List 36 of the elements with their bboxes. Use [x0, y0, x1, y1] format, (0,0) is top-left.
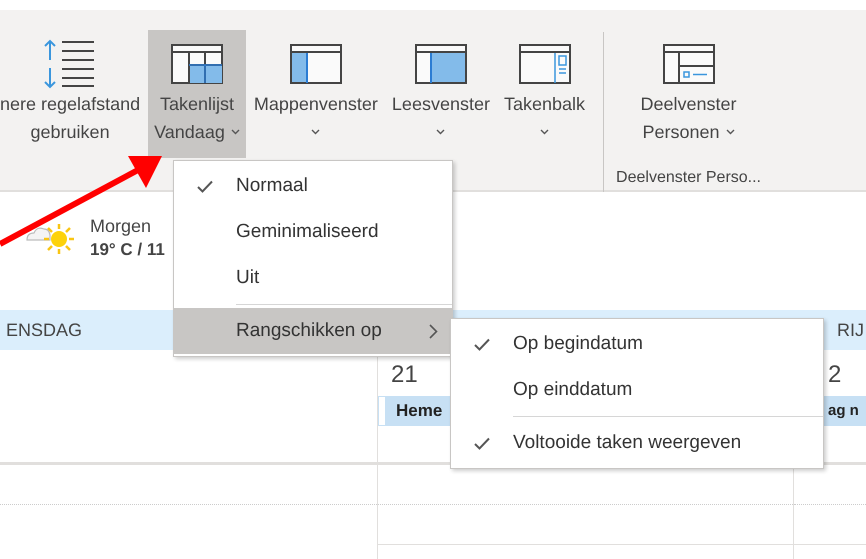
menu-item[interactable]: Rangschikken op	[174, 308, 452, 354]
menu-item[interactable]: Normaal	[174, 163, 452, 209]
ribbon-button[interactable]: nere regelafstand gebruiken	[0, 30, 146, 158]
button-label: gebruiken	[30, 121, 110, 144]
menu-item[interactable]: Uit	[174, 255, 452, 301]
group-label: Deelvenster Perso...	[616, 168, 761, 188]
menu-item[interactable]: Op begindatum	[451, 321, 823, 367]
button-label: Takenlijst	[160, 93, 234, 116]
layout-icon	[662, 44, 715, 84]
layout-icon	[170, 44, 223, 84]
day-header: RIJ	[837, 319, 864, 342]
menu-item[interactable]: Op einddatum	[451, 367, 823, 413]
button-label: Deelvenster	[640, 93, 737, 116]
ribbon-button[interactable]: Takenlijst Vandaag	[148, 30, 246, 158]
menu-item[interactable]: Voltooide taken weergeven	[451, 420, 823, 466]
button-label: Leesvenster	[392, 93, 490, 116]
event-title: Heme	[395, 400, 442, 422]
weather-temperature: 19° C / 11	[90, 239, 165, 261]
button-label: Mappenvenster	[254, 93, 378, 116]
event-title: ag n	[827, 400, 859, 421]
button-label: Takenbalk	[504, 93, 586, 116]
button-label: Vandaag	[154, 121, 225, 144]
ribbon-button[interactable]: Leesvenster	[386, 30, 496, 158]
weather-day: Morgen	[90, 214, 165, 238]
ribbon-button[interactable]: Mappenvenster	[248, 30, 384, 158]
layout-icon	[290, 44, 342, 84]
ribbon-button[interactable]: Deelvenster Personen	[634, 30, 743, 158]
layout-icon	[414, 44, 467, 84]
button-label: Personen	[642, 121, 720, 144]
menu-item[interactable]: Geminimaliseerd	[174, 209, 452, 255]
ribbon-button[interactable]: Takenbalk	[498, 30, 592, 158]
layout-icon	[518, 44, 571, 84]
date-number: 21	[391, 360, 418, 390]
button-label: nere regelafstand	[0, 93, 140, 116]
day-header: ENSDAG	[6, 319, 82, 342]
date-number: 2	[828, 360, 842, 390]
